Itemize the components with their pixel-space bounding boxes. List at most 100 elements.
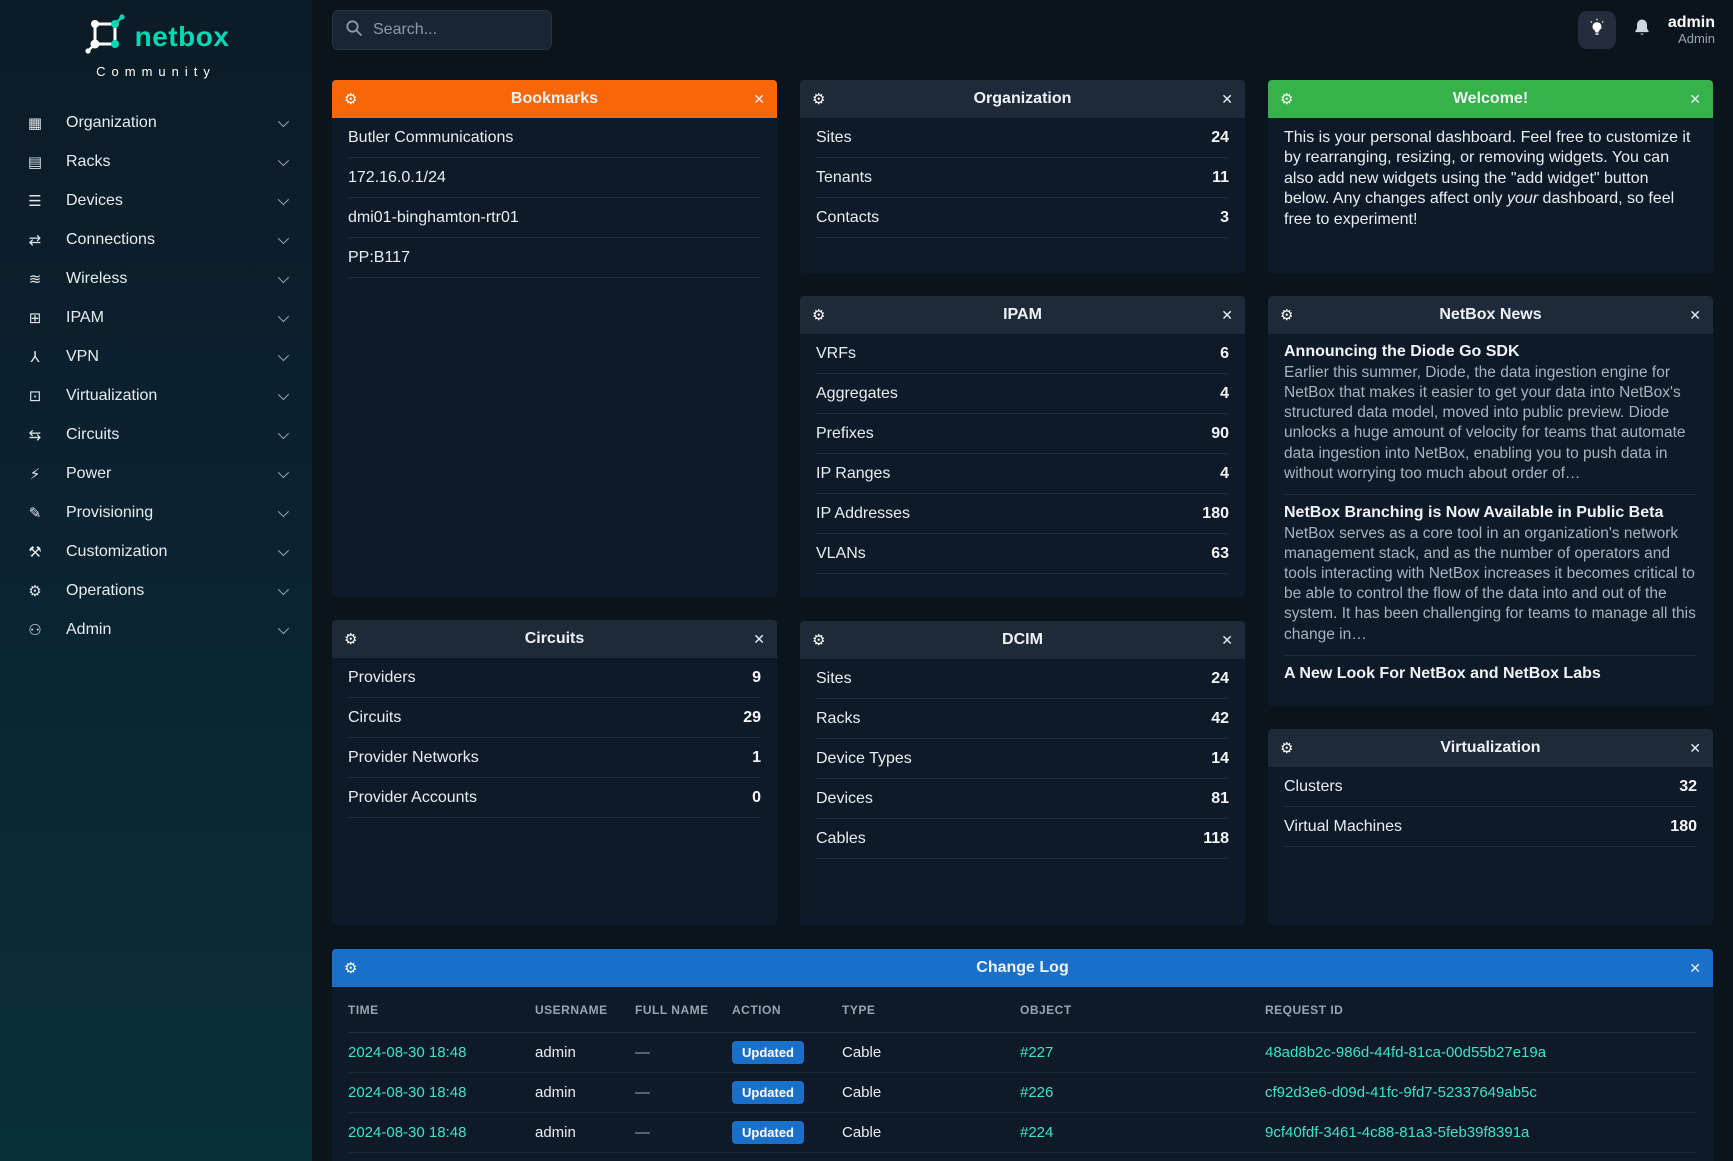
- news-item-title-link[interactable]: NetBox Branching is Now Available in Pub…: [1284, 504, 1697, 522]
- changelog-row: 2024-08-30 18:48 admin — Updated Cable #…: [348, 1113, 1697, 1153]
- sidebar-item[interactable]: ▦ Organization: [0, 103, 312, 142]
- stat-label-link[interactable]: Clusters: [1284, 778, 1343, 796]
- changelog-time-link[interactable]: 2024-08-30 18:48: [348, 1044, 535, 1061]
- changelog-object-link[interactable]: #227: [1020, 1044, 1265, 1061]
- widget-config-icon[interactable]: ⚙: [1280, 306, 1293, 324]
- changelog-request-id-link[interactable]: cf92d3e6-d09d-41fc-9fd7-52337649ab5c: [1265, 1084, 1697, 1101]
- stat-label-link[interactable]: VRFs: [816, 345, 856, 363]
- stat-label-link[interactable]: Sites: [816, 670, 852, 688]
- sidebar-item[interactable]: ⚡ Power: [0, 454, 312, 493]
- stat-row: Contacts 3: [816, 198, 1229, 238]
- netbox-logo-icon: [83, 12, 127, 61]
- stat-label-link[interactable]: VLANs: [816, 545, 866, 563]
- widget-close-icon[interactable]: ✕: [1221, 632, 1233, 649]
- changelog-object-link[interactable]: #226: [1020, 1084, 1265, 1101]
- widget-close-icon[interactable]: ✕: [1221, 91, 1233, 108]
- stat-label-link[interactable]: IP Addresses: [816, 505, 910, 523]
- notifications-button[interactable]: [1632, 17, 1652, 44]
- bookmark-link[interactable]: 172.16.0.1/24: [348, 158, 761, 198]
- widget-config-icon[interactable]: ⚙: [812, 631, 825, 649]
- widget-config-icon[interactable]: ⚙: [812, 306, 825, 324]
- sidebar-item-label: Virtualization: [66, 387, 278, 405]
- sidebar-item[interactable]: ≋ Wireless: [0, 259, 312, 298]
- stat-label-link[interactable]: Racks: [816, 710, 860, 728]
- user-menu[interactable]: admin Admin: [1668, 14, 1715, 47]
- stat-value: 180: [1202, 505, 1229, 523]
- sidebar-item[interactable]: ✎ Provisioning: [0, 493, 312, 532]
- widget-config-icon[interactable]: ⚙: [812, 90, 825, 108]
- widget-config-icon[interactable]: ⚙: [1280, 90, 1293, 108]
- changelog-request-id-link[interactable]: 9cf40fdf-3461-4c88-81a3-5feb39f8391a: [1265, 1124, 1697, 1141]
- sidebar-item-icon: ⚙: [24, 582, 46, 600]
- widget-close-icon[interactable]: ✕: [1689, 740, 1701, 757]
- stat-row: IP Addresses 180: [816, 494, 1229, 534]
- sidebar-item-label: Devices: [66, 192, 278, 210]
- widget-close-icon[interactable]: ✕: [1689, 91, 1701, 108]
- widget-config-icon[interactable]: ⚙: [344, 90, 357, 108]
- stat-label-link[interactable]: Cables: [816, 830, 866, 848]
- sidebar-item[interactable]: ⇄ Connections: [0, 220, 312, 259]
- stat-label-link[interactable]: Device Types: [816, 750, 912, 768]
- stat-row: Circuits 29: [348, 698, 761, 738]
- search-box[interactable]: [332, 10, 552, 50]
- news-item-title-link[interactable]: Announcing the Diode Go SDK: [1284, 343, 1697, 361]
- widget-close-icon[interactable]: ✕: [1689, 307, 1701, 324]
- stat-label-link[interactable]: Contacts: [816, 209, 879, 227]
- stat-value: 11: [1212, 169, 1229, 187]
- stat-label-link[interactable]: IP Ranges: [816, 465, 890, 483]
- stat-label-link[interactable]: Devices: [816, 790, 873, 808]
- chevron-down-icon: [278, 622, 289, 633]
- stat-row: Device Types 14: [816, 739, 1229, 779]
- changelog-time-link[interactable]: 2024-08-30 18:48: [348, 1084, 535, 1101]
- stat-label-link[interactable]: Providers: [348, 669, 416, 687]
- sidebar-item[interactable]: ⊡ Virtualization: [0, 376, 312, 415]
- changelog-column-header: FULL NAME: [635, 1003, 732, 1017]
- chevron-down-icon: [278, 466, 289, 477]
- bookmark-link[interactable]: dmi01-binghamton-rtr01: [348, 198, 761, 238]
- stat-label-link[interactable]: Prefixes: [816, 425, 874, 443]
- sidebar-item[interactable]: ⅄ VPN: [0, 337, 312, 376]
- search-input[interactable]: [373, 21, 523, 39]
- widget-title: DCIM: [800, 631, 1245, 649]
- sidebar-item-icon: ⊞: [24, 309, 46, 327]
- widget-config-icon[interactable]: ⚙: [344, 959, 357, 977]
- stat-label-link[interactable]: Circuits: [348, 709, 401, 727]
- bookmark-link[interactable]: Butler Communications: [348, 118, 761, 158]
- sidebar-item[interactable]: ⚙ Operations: [0, 571, 312, 610]
- brand[interactable]: netbox Community: [0, 0, 312, 79]
- sidebar-item[interactable]: ⚇ Admin: [0, 610, 312, 649]
- widget-close-icon[interactable]: ✕: [753, 91, 765, 108]
- widget-title: NetBox News: [1268, 306, 1713, 324]
- widget-close-icon[interactable]: ✕: [753, 631, 765, 648]
- widget-close-icon[interactable]: ✕: [1221, 307, 1233, 324]
- stat-label-link[interactable]: Provider Networks: [348, 749, 479, 767]
- dashboard: ⚙ Bookmarks ✕ Butler Communications 172.…: [312, 60, 1733, 1161]
- widget-organization: ⚙ Organization ✕ Sites 24 Tenants 11 Con…: [800, 80, 1245, 273]
- sidebar-item[interactable]: ⚒ Customization: [0, 532, 312, 571]
- chevron-down-icon: [278, 544, 289, 555]
- changelog-action: Updated: [732, 1121, 842, 1144]
- changelog-request-id-link[interactable]: 48ad8b2c-986d-44fd-81ca-00d55b27e19a: [1265, 1044, 1697, 1061]
- stat-label-link[interactable]: Tenants: [816, 169, 872, 187]
- stat-label-link[interactable]: Sites: [816, 129, 852, 147]
- bookmark-label: 172.16.0.1/24: [348, 169, 446, 187]
- sidebar-item[interactable]: ⊞ IPAM: [0, 298, 312, 337]
- sidebar-item-label: Operations: [66, 582, 278, 600]
- theme-toggle-button[interactable]: [1578, 11, 1616, 49]
- stat-label-link[interactable]: Provider Accounts: [348, 789, 477, 807]
- sidebar-item[interactable]: ⇆ Circuits: [0, 415, 312, 454]
- news-item-body: NetBox serves as a core tool in an organ…: [1284, 524, 1697, 645]
- stat-label-link[interactable]: Virtual Machines: [1284, 818, 1402, 836]
- action-badge: Updated: [732, 1121, 804, 1144]
- bookmark-link[interactable]: PP:B117: [348, 238, 761, 278]
- sidebar-item[interactable]: ▤ Racks: [0, 142, 312, 181]
- widget-config-icon[interactable]: ⚙: [1280, 739, 1293, 757]
- changelog-time-link[interactable]: 2024-08-30 18:48: [348, 1124, 535, 1141]
- widget-close-icon[interactable]: ✕: [1689, 960, 1701, 977]
- changelog-object-link[interactable]: #224: [1020, 1124, 1265, 1141]
- sidebar-item[interactable]: ☰ Devices: [0, 181, 312, 220]
- news-item-title-link[interactable]: A New Look For NetBox and NetBox Labs: [1284, 665, 1697, 683]
- widget-config-icon[interactable]: ⚙: [344, 630, 357, 648]
- stat-label-link[interactable]: Aggregates: [816, 385, 898, 403]
- sidebar: netbox Community ▦ Organization ▤ Racks …: [0, 0, 312, 1161]
